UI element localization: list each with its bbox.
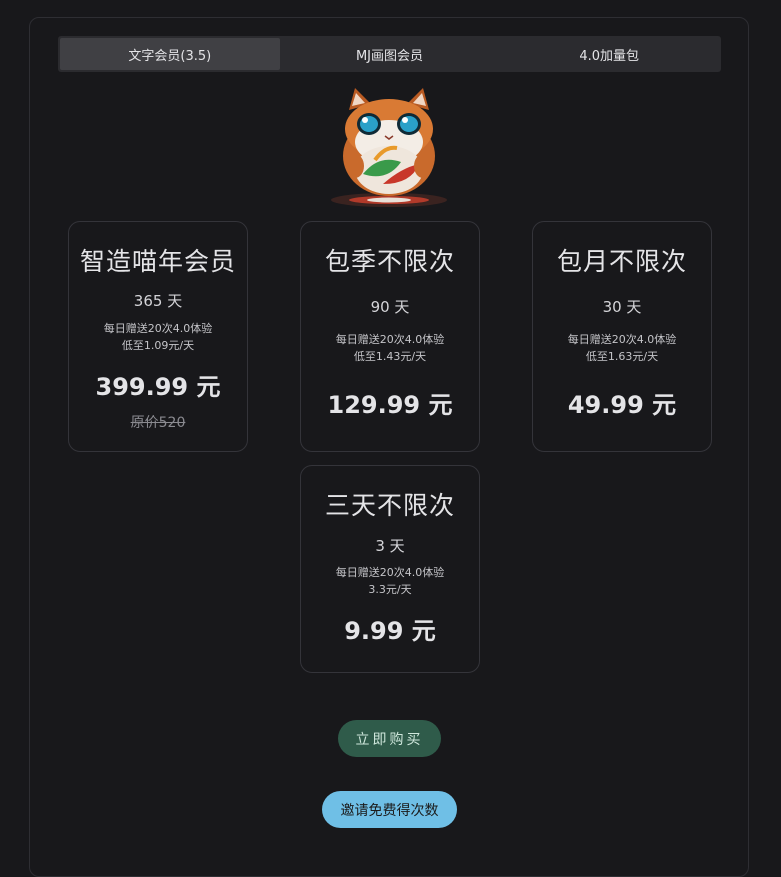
plan-days: 30 天 xyxy=(602,298,642,316)
plan-price: 49.99 元 xyxy=(567,391,677,419)
membership-tabs: 文字会员(3.5) MJ画图会员 4.0加量包 xyxy=(58,36,721,72)
plan-price: 399.99 元 xyxy=(95,373,221,401)
plan-bonus-note: 每日赠送20次4.0体验 xyxy=(567,333,677,346)
tab-text-member[interactable]: 文字会员(3.5) xyxy=(60,38,280,70)
plan-bonus-note: 每日赠送20次4.0体验 xyxy=(335,333,445,346)
plan-card-monthly[interactable]: 包月不限次 30 天 每日赠送20次4.0体验 低至1.63元/天 49.99 … xyxy=(532,221,712,452)
membership-panel: 文字会员(3.5) MJ画图会员 4.0加量包 智造喵年会员 365 天 每日赠… xyxy=(29,17,749,877)
plan-title: 包季不限次 xyxy=(324,247,455,276)
buy-now-button[interactable]: 立即购买 xyxy=(338,720,441,757)
plan-days: 3 天 xyxy=(375,537,405,555)
plan-card-quarterly[interactable]: 包季不限次 90 天 每日赠送20次4.0体验 低至1.43元/天 129.99… xyxy=(300,221,480,452)
invite-free-credits-button[interactable]: 邀请免费得次数 xyxy=(322,791,457,828)
plan-days: 365 天 xyxy=(133,292,183,310)
cat-mascot-image xyxy=(331,88,447,207)
plan-card-yearly[interactable]: 智造喵年会员 365 天 每日赠送20次4.0体验 低至1.09元/天 399.… xyxy=(68,221,248,452)
plan-daily-price: 3.3元/天 xyxy=(368,583,412,596)
tab-gpt4-addon[interactable]: 4.0加量包 xyxy=(499,38,719,70)
plan-bonus-note: 每日赠送20次4.0体验 xyxy=(103,322,213,335)
plan-days: 90 天 xyxy=(370,298,410,316)
plan-original-price: 原价520 xyxy=(130,415,186,431)
plan-price: 9.99 元 xyxy=(344,617,436,645)
plan-title: 智造喵年会员 xyxy=(79,247,236,276)
plan-title: 包月不限次 xyxy=(556,247,687,276)
plan-card-three-day[interactable]: 三天不限次 3 天 每日赠送20次4.0体验 3.3元/天 9.99 元 xyxy=(300,465,480,673)
plan-daily-price: 低至1.43元/天 xyxy=(353,350,427,363)
plan-daily-price: 低至1.09元/天 xyxy=(121,339,195,352)
plan-bonus-note: 每日赠送20次4.0体验 xyxy=(335,566,445,579)
plan-title: 三天不限次 xyxy=(324,491,455,520)
plan-price: 129.99 元 xyxy=(327,391,453,419)
plan-daily-price: 低至1.63元/天 xyxy=(585,350,659,363)
tab-mj-drawing-member[interactable]: MJ画图会员 xyxy=(280,38,500,70)
